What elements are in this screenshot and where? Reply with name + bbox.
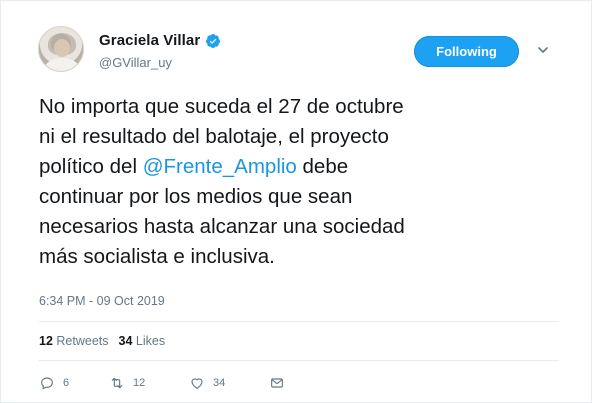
- avatar-face: [54, 39, 70, 57]
- tweet-stats: 12 Retweets 34 Likes: [39, 334, 165, 348]
- divider: [39, 360, 559, 361]
- following-button[interactable]: Following: [414, 36, 519, 67]
- retweet-button[interactable]: 12: [109, 375, 189, 391]
- retweet-count: 12: [133, 377, 146, 389]
- reply-icon: [41, 377, 53, 390]
- tweet-text: No importa que suceda el 27 de octubre n…: [39, 92, 559, 272]
- retweets-label: Retweets: [56, 334, 109, 348]
- tweet-timestamp[interactable]: 6:34 PM - 09 Oct 2019: [39, 294, 165, 308]
- chevron-down-icon[interactable]: [536, 43, 550, 57]
- user-handle[interactable]: @GVillar_uy: [99, 55, 172, 70]
- like-button[interactable]: 34: [189, 375, 269, 391]
- divider: [39, 321, 559, 322]
- mention-link[interactable]: @Frente_Amplio: [143, 155, 297, 178]
- name-row: Graciela Villar: [99, 32, 221, 49]
- likes-stat[interactable]: 34 Likes: [119, 334, 166, 348]
- reply-button[interactable]: 6: [39, 375, 91, 391]
- retweet-icon: [111, 377, 123, 389]
- avatar[interactable]: [38, 26, 84, 72]
- retweets-stat[interactable]: 12 Retweets: [39, 334, 109, 348]
- like-count: 34: [213, 377, 226, 389]
- likes-label: Likes: [135, 334, 166, 348]
- display-name[interactable]: Graciela Villar: [99, 32, 200, 49]
- tweet-actions: 6 12 34: [39, 375, 299, 391]
- avatar-body: [45, 58, 79, 71]
- direct-message-button[interactable]: [269, 375, 299, 391]
- likes-count: 34: [118, 334, 133, 348]
- heart-icon: [191, 378, 203, 389]
- envelope-icon: [271, 378, 283, 388]
- tweet-card: Graciela Villar @GVillar_uy Following No…: [0, 0, 592, 403]
- reply-count: 6: [63, 377, 70, 389]
- retweets-count: 12: [39, 334, 53, 348]
- verified-badge-icon: [205, 33, 221, 49]
